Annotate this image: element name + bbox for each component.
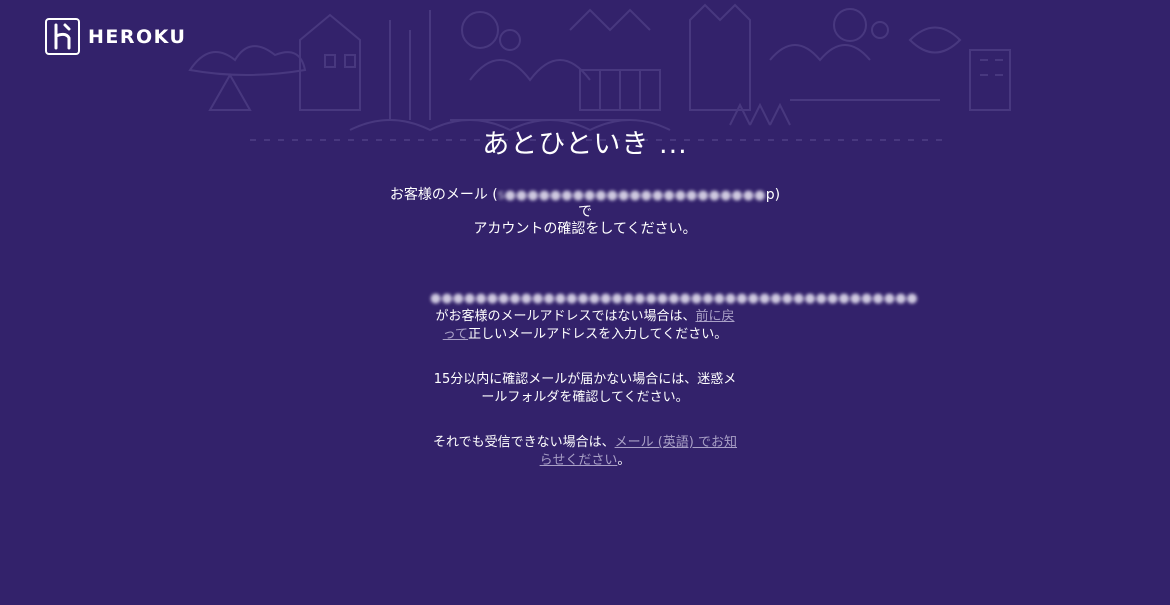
verify-content: あとひといき ... お客様のメール (s●●●●●●●●●●●●●●●●●●●… (0, 125, 1170, 470)
heroku-wordmark: HEROKU (88, 25, 187, 48)
contact-note: それでも受信できない場合は、メール (英語) でお知らせください。 (430, 434, 740, 470)
heroku-logo-link[interactable]: HEROKU (45, 18, 186, 55)
confirm-line3: アカウントの確認をしてください。 (473, 221, 697, 237)
wrong-email-note: ●●●●●●●●●●●●●●●●●●●●●●●●●●●●●●●●●●●●●●●●… (430, 290, 918, 344)
confirm-suffix: p) (765, 187, 781, 203)
wrong-email-text-after: 正しいメールアドレスを入力してください。 (468, 327, 728, 342)
confirm-line2: で (578, 204, 592, 220)
contact-text: それでも受信できない場合は、 (432, 435, 615, 450)
confirm-prefix: お客様のメール ( (389, 187, 498, 203)
page-title: あとひといき ... (482, 129, 688, 160)
redacted-email-2: ●●●●●●●●●●●●●●●●●●●●●●●●●●●●●●●●●●●●●●●●… (430, 291, 918, 306)
redacted-email: s●●●●●●●●●●●●●●●●●●●●●●●●●●●●●●●●●●●●●●●… (497, 188, 766, 203)
spam-folder-note: 15分以内に確認メールが届かない場合には、迷惑メールフォルダを確認してください。 (433, 372, 737, 405)
wrong-email-text: がお客様のメールアドレスではない場合は、 (435, 309, 696, 324)
heroku-h-icon (45, 18, 80, 55)
contact-text-after: 。 (617, 453, 631, 468)
confirm-message: お客様のメール (s●●●●●●●●●●●●●●●●●●●●●●●●●●●●●●… (375, 187, 795, 238)
verify-email-page: HEROKU あとひといき ... お客様のメール (s●●●●●●●●●●●●… (0, 0, 1170, 605)
